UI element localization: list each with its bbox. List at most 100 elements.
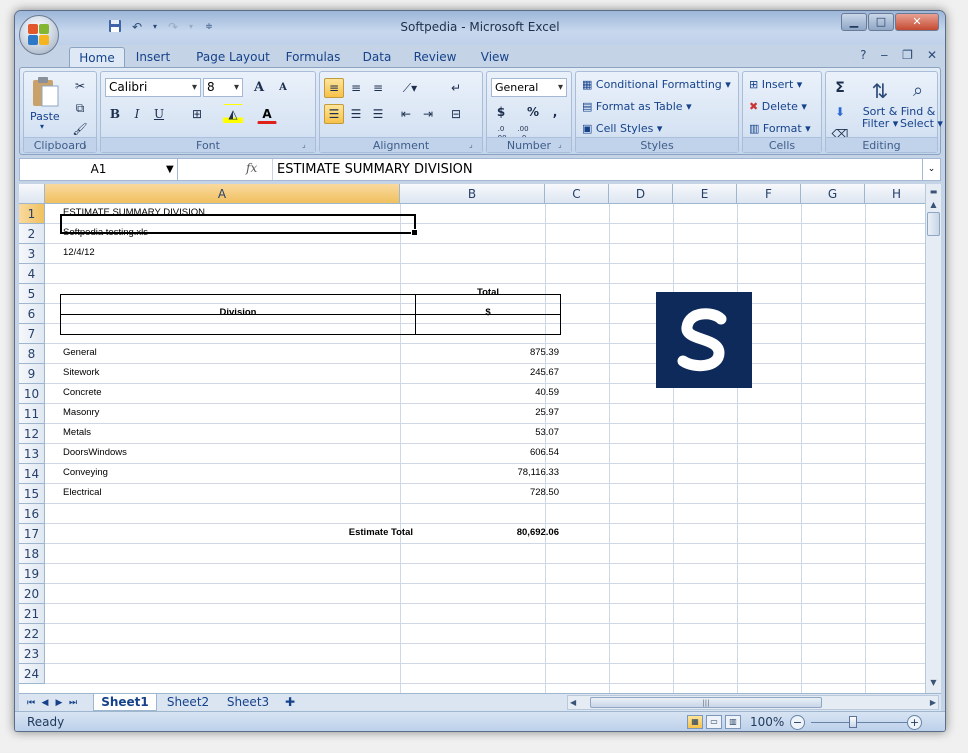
normal-view-icon[interactable]: ▦ [687,715,703,729]
fill-icon[interactable]: ⬇ [830,102,850,122]
number-launcher-icon[interactable]: ⌟ [558,140,568,150]
cell-division-value[interactable]: 875.39 [416,343,559,363]
cell-division-value[interactable]: 245.67 [416,363,559,383]
cell-a2[interactable]: Softpedia testing.xls [63,223,148,243]
tab-formulas[interactable]: Formulas [281,47,345,67]
italic-button[interactable]: I [127,104,147,124]
cell-division-name[interactable]: DoorsWindows [63,443,127,463]
cell-division-value[interactable]: 53.07 [416,423,559,443]
alignment-launcher-icon[interactable]: ⌟ [469,140,479,150]
vertical-scroll-thumb[interactable] [927,212,940,236]
redo-dropdown-icon[interactable]: ▾ [187,19,195,35]
row-header-4[interactable]: 4 [19,264,45,284]
horizontal-scroll-thumb[interactable]: ||| [590,697,822,708]
vertical-scrollbar[interactable]: ▬ ▲ ▼ [925,184,941,693]
row-header-16[interactable]: 16 [19,504,45,524]
align-middle-icon[interactable]: ≡ [346,78,366,98]
fill-color-icon[interactable]: ◭ [223,104,243,124]
currency-button[interactable]: $ [491,102,511,122]
merge-center-icon[interactable]: ⊟ [446,104,466,124]
cell-division-value[interactable]: 40.59 [416,383,559,403]
align-top-icon[interactable]: ≡ [324,78,344,98]
tab-home[interactable]: Home [69,47,125,67]
maximize-button[interactable]: □ [868,13,894,31]
column-header-e[interactable]: E [673,184,737,204]
tab-data[interactable]: Data [357,47,397,67]
sheet-tab-2[interactable]: Sheet2 [159,694,217,711]
row-header-6[interactable]: 6 [19,304,45,324]
row-header-5[interactable]: 5 [19,284,45,304]
orientation-icon[interactable]: ⟋▾ [396,78,424,98]
row-header-11[interactable]: 11 [19,404,45,424]
customize-qat-icon[interactable]: ≑ [201,19,217,35]
page-layout-view-icon[interactable]: ▭ [706,715,722,729]
comma-button[interactable]: , [545,102,565,122]
column-header-h[interactable]: H [865,184,925,204]
sheet-tab-1[interactable]: Sheet1 [93,694,157,711]
formula-input[interactable]: ESTIMATE SUMMARY DIVISION [272,159,473,180]
office-button[interactable] [19,15,59,55]
cell-a1[interactable]: ESTIMATE SUMMARY DIVISION [63,203,205,223]
cell-division-value[interactable]: 78,116.33 [416,463,559,483]
first-sheet-icon[interactable]: ⏮ [25,695,37,711]
column-header-d[interactable]: D [609,184,673,204]
cell-division-name[interactable]: Sitework [63,363,99,383]
align-bottom-icon[interactable]: ≡ [368,78,388,98]
paste-button[interactable]: Paste ▾ [30,76,62,131]
doc-minimize-icon[interactable]: ‒ [881,48,889,62]
embedded-softpedia-logo[interactable] [656,292,752,388]
undo-icon[interactable]: ↶ [129,19,145,35]
row-header-23[interactable]: 23 [19,644,45,664]
select-all-button[interactable] [19,184,45,204]
sheet-tab-3[interactable]: Sheet3 [219,694,277,711]
name-box-dropdown-icon[interactable]: ▼ [166,159,174,180]
redo-icon[interactable]: ↷ [165,19,181,35]
prev-sheet-icon[interactable]: ◀ [39,695,51,711]
delete-cells-button[interactable]: ✖ Delete ▾ [749,100,807,113]
zoom-out-icon[interactable]: − [790,715,805,730]
close-button[interactable]: ✕ [895,13,939,31]
cell-division-name[interactable]: Conveying [63,463,108,483]
horizontal-scrollbar[interactable]: ◀ ||| ▶ [567,695,939,710]
row-header-15[interactable]: 15 [19,484,45,504]
row-header-1[interactable]: 1 [19,204,45,224]
autosum-button[interactable]: Σ [830,78,850,98]
row-header-13[interactable]: 13 [19,444,45,464]
scroll-right-icon[interactable]: ▶ [930,696,936,709]
decrease-indent-icon[interactable]: ⇤ [396,104,416,124]
last-sheet-icon[interactable]: ⏭ [67,695,79,711]
row-header-10[interactable]: 10 [19,384,45,404]
align-right-icon[interactable]: ☰ [368,104,388,124]
zoom-slider-thumb[interactable] [849,716,857,728]
row-header-17[interactable]: 17 [19,524,45,544]
cell-division-name[interactable]: Electrical [63,483,102,503]
row-header-8[interactable]: 8 [19,344,45,364]
insert-cells-button[interactable]: ⊞ Insert ▾ [749,78,802,91]
borders-icon[interactable]: ⊞ [187,104,207,124]
cell-estimate-total-label[interactable]: Estimate Total [61,523,413,543]
doc-restore-icon[interactable]: ❐ [902,48,913,62]
shrink-font-button[interactable]: A [273,78,293,98]
row-header-9[interactable]: 9 [19,364,45,384]
format-cells-button[interactable]: ▥ Format ▾ [749,122,811,135]
bold-button[interactable]: B [105,104,125,124]
row-header-22[interactable]: 22 [19,624,45,644]
underline-button[interactable]: U [149,104,169,124]
scroll-left-icon[interactable]: ◀ [570,696,576,709]
save-icon[interactable] [107,19,123,35]
tab-review[interactable]: Review [411,47,459,67]
cell-a6[interactable]: Division [61,303,415,323]
row-header-21[interactable]: 21 [19,604,45,624]
grow-font-button[interactable]: A [249,78,269,98]
conditional-formatting-button[interactable]: ▦ Conditional Formatting ▾ [582,78,731,91]
number-format-combo[interactable]: General [491,78,567,97]
row-header-19[interactable]: 19 [19,564,45,584]
font-size-combo[interactable]: 8 [203,78,243,97]
cut-icon[interactable]: ✂ [70,76,90,96]
column-header-a[interactable]: A [45,184,400,204]
tab-insert[interactable]: Insert [131,47,175,67]
row-header-2[interactable]: 2 [19,224,45,244]
column-header-b[interactable]: B [400,184,545,204]
cell-division-value[interactable]: 606.54 [416,443,559,463]
cell-division-name[interactable]: Metals [63,423,91,443]
